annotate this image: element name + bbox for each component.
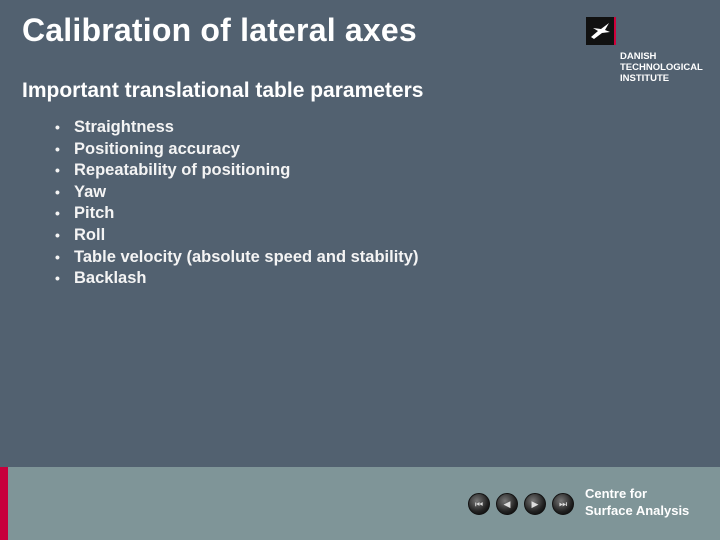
bullet-icon: • (55, 162, 60, 179)
bullet-icon: • (55, 140, 60, 157)
org-name: Centre for Surface Analysis (585, 486, 690, 518)
bullet-icon: • (55, 226, 60, 243)
footer-bar: ⏮ ◀ ▶ ⏭ Centre for Surface Analysis (0, 467, 720, 540)
list-item: • Pitch (55, 203, 418, 225)
next-slide-button[interactable]: ▶ (524, 493, 546, 515)
list-item: • Table velocity (absolute speed and stab… (55, 247, 418, 269)
logo-text: DANISH TECHNOLOGICAL INSTITUTE (620, 51, 703, 84)
skip-back-icon: ⏮ (474, 498, 484, 509)
slide-title: Calibration of lateral axes (22, 12, 417, 48)
list-item: • Yaw (55, 182, 418, 204)
accent-stripe (0, 467, 8, 540)
skip-forward-icon: ⏭ (558, 498, 568, 509)
dti-logo: DANISH TECHNOLOGICAL INSTITUTE (586, 17, 703, 84)
bullet-icon: • (55, 248, 60, 265)
list-item: • Positioning accuracy (55, 139, 418, 161)
bullet-icon: • (55, 270, 60, 287)
last-slide-button[interactable]: ⏭ (552, 493, 574, 515)
bird-logo-icon (586, 17, 616, 45)
arrow-right-icon: ▶ (531, 498, 539, 509)
bullet-icon: • (55, 205, 60, 222)
parameter-list: • Straightness • Positioning accuracy • Rep… (55, 117, 418, 290)
bullet-icon: • (55, 119, 60, 135)
previous-slide-button[interactable]: ◀ (496, 493, 518, 515)
slide-subtitle: Important translational table parameters (22, 79, 424, 102)
slide-navigation: ⏮ ◀ ▶ ⏭ (468, 493, 574, 515)
list-item: • Roll (55, 225, 418, 247)
arrow-left-icon: ◀ (503, 498, 511, 509)
list-item: • Backlash (55, 268, 418, 290)
list-item: • Straightness (55, 117, 418, 139)
bullet-icon: • (55, 183, 60, 200)
first-slide-button[interactable]: ⏮ (468, 493, 490, 515)
list-item: • Repeatability of positioning (55, 160, 418, 182)
